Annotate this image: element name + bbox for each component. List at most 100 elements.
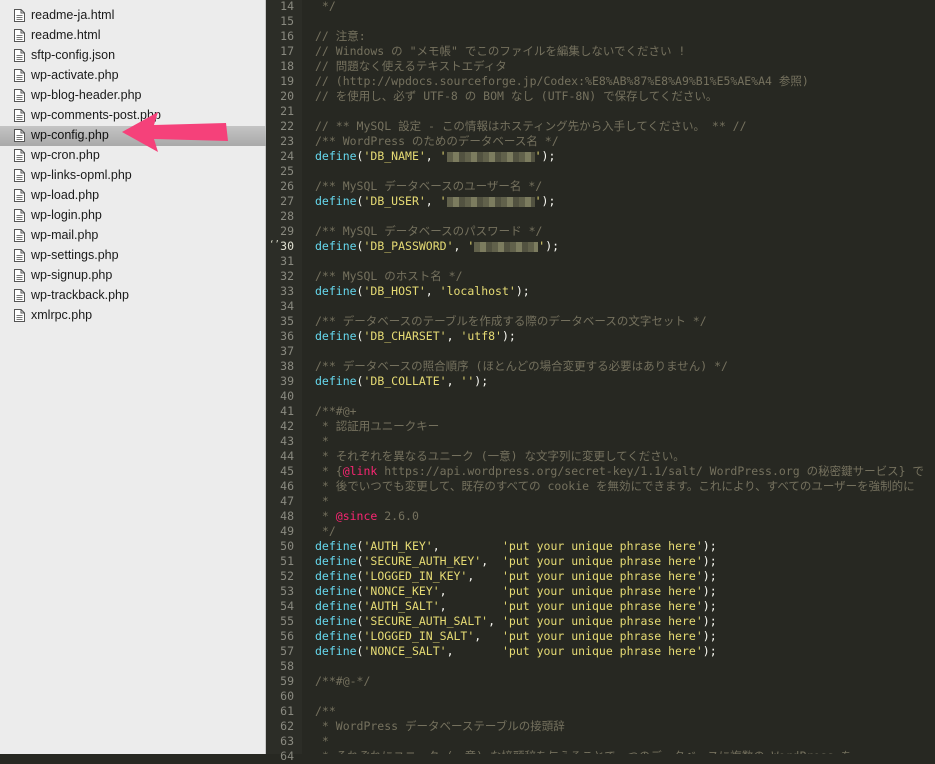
line-number: 41 <box>280 404 294 418</box>
code-token: ); <box>515 284 530 298</box>
line-number: 51 <box>280 554 294 568</box>
code-token: 'DB_NAME' <box>363 149 426 163</box>
file-document-icon <box>14 229 25 242</box>
code-line: * それぞれを異なるユニーク (一意) な文字列に変更してください。 <box>315 449 685 464</box>
line-number: 57 <box>280 644 294 658</box>
code-token: // 問題なく使えるテキストエディタ <box>315 59 507 73</box>
code-line: define('SECURE_AUTH_KEY', 'put your uniq… <box>315 554 717 569</box>
line-number: 34 <box>280 299 294 313</box>
code-token: ' <box>534 149 542 163</box>
line-number: 32 <box>280 269 294 283</box>
code-token: 'DB_HOST' <box>363 284 426 298</box>
code-line: /** データベースのテーブルを作成する際のデータベースの文字セット */ <box>315 314 707 329</box>
code-token: ); <box>541 194 556 208</box>
code-line: * それぞれにユニーク (一意) な接頭辞を与えることで一つのデータベースに複数… <box>315 749 852 754</box>
code-line: define('LOGGED_IN_SALT', 'put your uniqu… <box>315 629 717 644</box>
code-token: * WordPress データベーステーブルの接頭辞 <box>315 719 565 733</box>
file-document-icon <box>14 109 25 122</box>
code-token: define <box>315 554 357 568</box>
file-item[interactable]: wp-blog-header.php <box>0 86 266 106</box>
file-item[interactable]: readme.html <box>0 26 266 46</box>
line-number: 38 <box>280 359 294 373</box>
code-token: , <box>425 149 440 163</box>
file-item[interactable]: wp-login.php <box>0 206 266 226</box>
code-token: // (http://wpdocs.sourceforge.jp/Codex:%… <box>315 74 809 88</box>
file-item[interactable]: sftp-config.json <box>0 46 266 66</box>
code-token: 'DB_PASSWORD' <box>363 239 454 253</box>
code-token: ' <box>534 194 542 208</box>
file-item[interactable]: wp-trackback.php <box>0 286 266 306</box>
code-token: * <box>315 734 329 748</box>
code-token: * <box>315 434 329 448</box>
code-token: 'put your unique phrase here' <box>501 599 703 613</box>
line-number-gutter: 14 15 16 17 18 19 20 21 22 23 24 25 26 27 28 29 30 31 32 33… <box>266 0 302 763</box>
file-document-icon <box>14 89 25 102</box>
line-number: 52 <box>280 569 294 583</box>
code-line: define('DB_HOST', 'localhost'); <box>315 284 530 299</box>
code-token: define <box>315 569 357 583</box>
file-item[interactable]: xmlrpc.php <box>0 306 266 326</box>
code-token: /** WordPress のためのデータベース名 */ <box>315 134 559 148</box>
file-document-icon <box>14 129 25 142</box>
file-item[interactable]: wp-config.php <box>0 126 266 146</box>
code-token: 'LOGGED_IN_SALT' <box>363 629 475 643</box>
code-editor[interactable]: */ // 注意:// Windows の "メモ帳" でこのファイルを編集しない… <box>302 0 935 754</box>
file-item[interactable]: wp-cron.php <box>0 146 266 166</box>
code-token: 'AUTH_SALT' <box>363 599 440 613</box>
code-token: 'put your unique phrase here' <box>501 554 703 568</box>
code-token: 2.6.0 <box>377 509 419 523</box>
line-number: 43 <box>280 434 294 448</box>
code-token: 'localhost' <box>439 284 516 298</box>
code-line: */ <box>315 524 336 539</box>
code-token: ); <box>702 554 717 568</box>
line-number: 39 <box>280 374 294 388</box>
code-token: @since <box>335 509 378 523</box>
line-number: 16 <box>280 29 294 43</box>
file-item[interactable]: wp-links-opml.php <box>0 166 266 186</box>
code-token: define <box>315 149 357 163</box>
file-document-icon <box>14 149 25 162</box>
code-token: /** <box>315 704 336 718</box>
code-line: define('LOGGED_IN_KEY', 'put your unique… <box>315 569 717 584</box>
code-token: * <box>315 509 336 523</box>
file-item[interactable]: wp-signup.php <box>0 266 266 286</box>
line-number: 61 <box>280 704 294 718</box>
file-item-label: readme.html <box>31 28 101 42</box>
file-item-label: wp-activate.php <box>31 68 119 82</box>
file-item-label: xmlrpc.php <box>31 308 93 322</box>
code-token: 'NONCE_SALT' <box>363 644 447 658</box>
code-token: 'NONCE_KEY' <box>363 584 440 598</box>
file-item-label: wp-trackback.php <box>31 288 129 302</box>
file-document-icon <box>14 69 25 82</box>
file-item[interactable]: readme-ja.html <box>0 6 266 26</box>
code-line: * {@link https://api.wordpress.org/secre… <box>315 464 924 479</box>
file-item-label: readme-ja.html <box>31 8 115 22</box>
code-token: ); <box>702 614 717 628</box>
code-token: // Windows の "メモ帳" でこのファイルを編集しないでください ! <box>315 44 686 58</box>
code-token: // ** MySQL 設定 - この情報はホスティング先から入手してください。… <box>315 119 747 133</box>
code-token: https://api.wordpress.org/secret-key/1.1… <box>377 464 924 478</box>
file-item[interactable]: wp-load.php <box>0 186 266 206</box>
code-token: // を使用し、必ず UTF-8 の BOM なし (UTF-8N) で保存して… <box>315 89 718 103</box>
code-line: define('SECURE_AUTH_SALT', 'put your uni… <box>315 614 717 629</box>
file-item[interactable]: wp-comments-post.php <box>0 106 266 126</box>
code-token: /** データベースの照合順序 (ほとんどの場合変更する必要はありません) */ <box>315 359 728 373</box>
line-number: 53 <box>280 584 294 598</box>
file-item[interactable]: wp-activate.php <box>0 66 266 86</box>
code-token: /**#@+ <box>315 404 357 418</box>
code-token: , <box>474 629 502 643</box>
redacted-value <box>446 151 535 162</box>
code-line: define('DB_USER', ' '); <box>315 194 555 209</box>
line-number: 19 <box>280 74 294 88</box>
line-number: 55 <box>280 614 294 628</box>
line-number: 44 <box>280 449 294 463</box>
file-item[interactable]: wp-settings.php <box>0 246 266 266</box>
code-line: * 認証用ユニークキー <box>315 419 439 434</box>
file-item[interactable]: wp-mail.php <box>0 226 266 246</box>
code-token: 'DB_CHARSET' <box>363 329 447 343</box>
line-number: 49 <box>280 524 294 538</box>
code-token: /** データベースのテーブルを作成する際のデータベースの文字セット */ <box>315 314 707 328</box>
code-token: * <box>315 494 329 508</box>
file-document-icon <box>14 309 25 322</box>
file-document-icon <box>14 209 25 222</box>
